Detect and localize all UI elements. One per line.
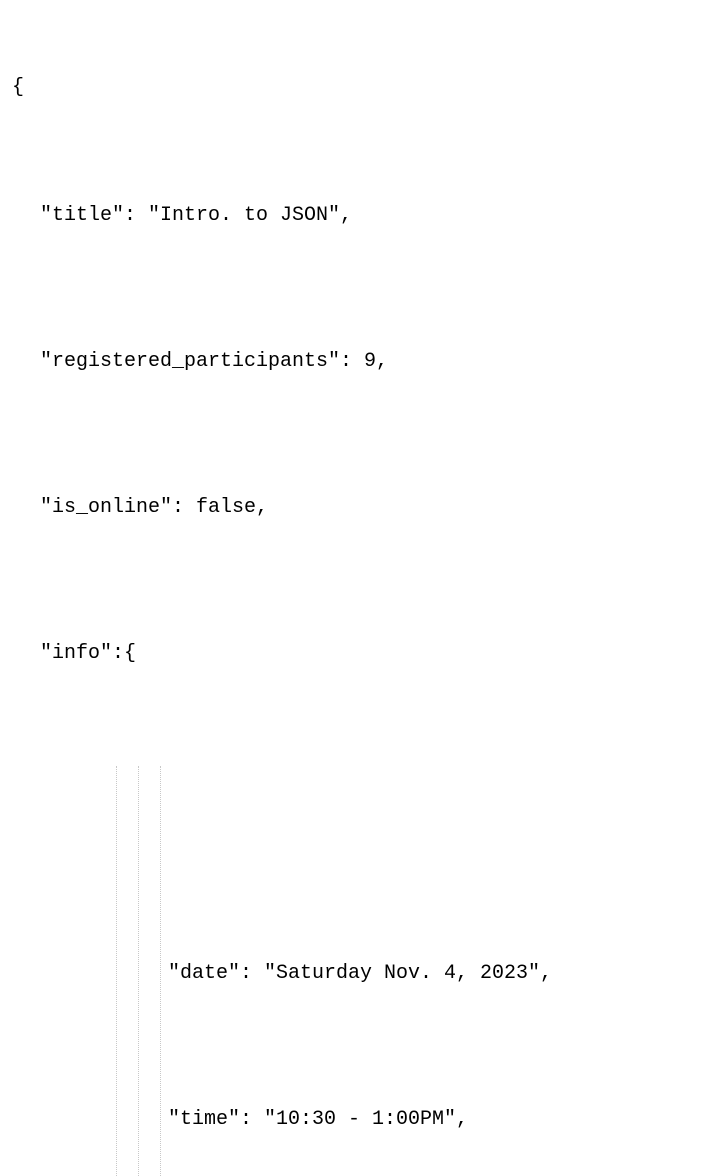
info-time-text: "time": "10:30 - 1:00PM", bbox=[168, 1108, 468, 1131]
registered-participants-text: "registered_participants": 9, bbox=[40, 350, 388, 373]
info-open-text: "info":{ bbox=[40, 642, 136, 665]
info-time-pair: "time": "10:30 - 1:00PM", bbox=[12, 1104, 716, 1136]
info-date-text: "date": "Saturday Nov. 4, 2023", bbox=[168, 962, 552, 985]
json-code-block: { "title": "Intro. to JSON", "registered… bbox=[12, 8, 716, 1176]
info-open: "info":{ bbox=[12, 638, 716, 670]
is-online-text: "is_online": false, bbox=[40, 496, 268, 519]
info-date-pair: "date": "Saturday Nov. 4, 2023", bbox=[12, 958, 716, 990]
open-brace: { bbox=[12, 72, 716, 104]
indent-guide bbox=[138, 766, 139, 1176]
is-online-pair: "is_online": false, bbox=[12, 492, 716, 524]
title-text: "title": "Intro. to JSON", bbox=[40, 204, 352, 227]
registered-participants-pair: "registered_participants": 9, bbox=[12, 346, 716, 378]
info-nested-block: "date": "Saturday Nov. 4, 2023", "time":… bbox=[12, 766, 716, 1176]
indent-guide bbox=[160, 766, 161, 1176]
title-pair: "title": "Intro. to JSON", bbox=[12, 200, 716, 232]
indent-guide bbox=[116, 766, 117, 1176]
